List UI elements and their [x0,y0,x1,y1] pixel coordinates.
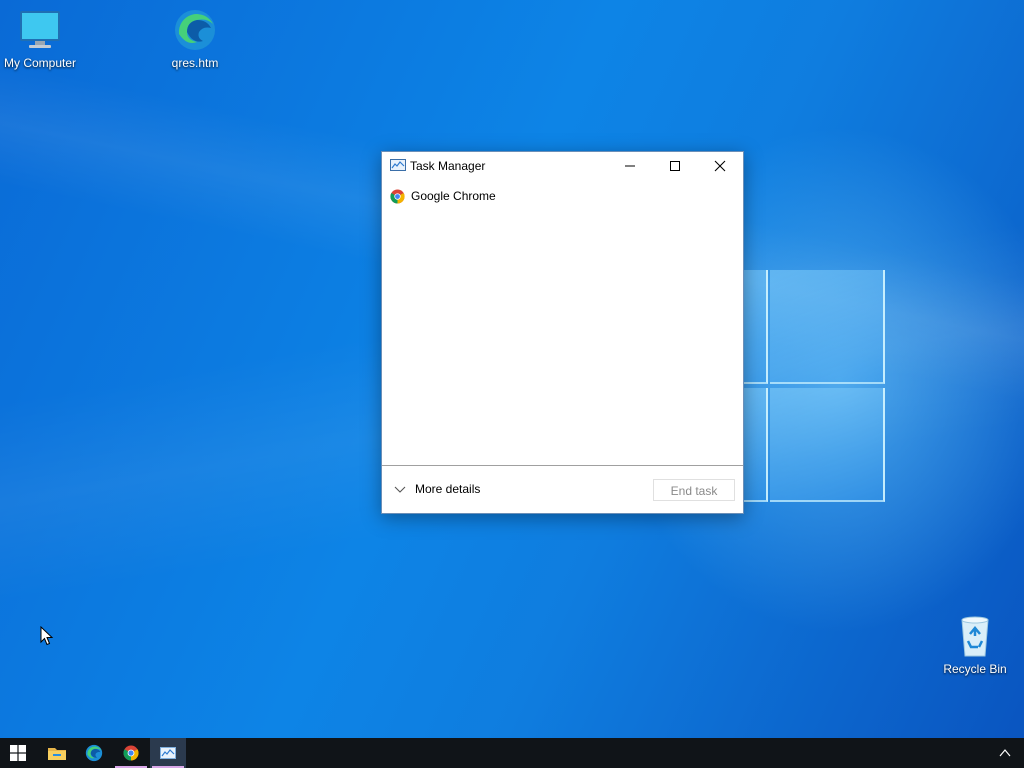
edge-icon [85,744,103,762]
minimize-button[interactable] [608,152,653,180]
wallpaper-logo-pane [770,270,885,384]
task-manager-window: Task Manager Google Chrome More details … [381,151,744,514]
process-row-google-chrome[interactable]: Google Chrome [382,186,743,208]
task-manager-icon [390,159,406,171]
chevron-down-icon [394,486,406,493]
taskbar-file-explorer[interactable] [38,738,74,768]
desktop-icon-qres-htm[interactable]: qres.htm [155,8,235,70]
windows-logo-icon [10,745,26,761]
minimize-icon [625,165,635,167]
task-manager-footer: More details End task [382,465,743,514]
show-hidden-icons-chevron-up-icon[interactable] [998,746,1012,760]
desktop-icon-label: Recycle Bin [943,662,1007,676]
wallpaper-logo-pane [770,388,885,502]
taskbar-chrome[interactable] [113,738,149,768]
more-details-label: More details [415,482,481,496]
taskbar-edge[interactable] [76,738,112,768]
recycle-bin-icon [953,614,997,658]
folder-icon [48,748,66,760]
desktop-icon-label: qres.htm [171,56,219,70]
wallpaper-logo-pane [744,388,768,502]
window-title: Task Manager [410,159,486,173]
desktop-icon-recycle-bin[interactable]: Recycle Bin [935,614,1015,676]
taskbar [0,738,1024,768]
close-button[interactable] [698,152,743,180]
computer-icon [18,8,62,52]
wallpaper-logo-pane [744,270,768,384]
title-bar[interactable]: Task Manager [382,152,743,180]
maximize-icon [670,161,680,171]
maximize-button[interactable] [653,152,698,180]
start-button[interactable] [0,738,36,768]
desktop-icon-label: My Computer [3,56,77,70]
desktop: My Computer qres.htm Recycle Bin Task Ma… [0,0,1024,738]
task-manager-icon [160,747,176,759]
close-icon [714,160,726,172]
process-name: Google Chrome [411,189,496,203]
desktop-icon-my-computer[interactable]: My Computer [0,8,80,70]
chrome-icon [390,189,405,204]
end-task-button[interactable]: End task [653,479,735,501]
taskbar-task-manager[interactable] [150,738,186,768]
edge-icon [173,8,217,52]
mouse-cursor-icon [40,626,54,646]
chrome-icon [123,745,139,761]
